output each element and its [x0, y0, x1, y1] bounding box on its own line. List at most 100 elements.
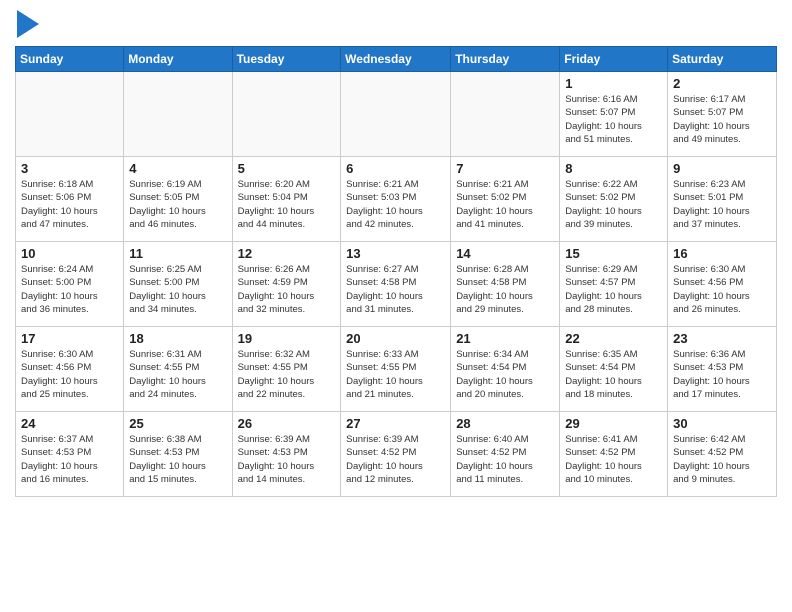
day-number: 18: [129, 331, 226, 346]
column-header-tuesday: Tuesday: [232, 47, 341, 72]
calendar-cell: [341, 72, 451, 157]
calendar-cell: 20 Sunrise: 6:33 AM Sunset: 4:55 PM Dayli…: [341, 327, 451, 412]
calendar-cell: 14Sunrise: 6:28 AM Sunset: 4:58 PM Dayli…: [451, 242, 560, 327]
page-header: [15, 10, 777, 38]
day-info: Sunrise: 6:39 AM Sunset: 4:53 PM Dayligh…: [238, 433, 336, 486]
calendar-cell: 10 Sunrise: 6:24 AM Sunset: 5:00 PM Dayli…: [16, 242, 124, 327]
day-info: Sunrise: 6:36 AM Sunset: 4:53 PM Dayligh…: [673, 348, 771, 401]
calendar-cell: 1 Sunrise: 6:16 AM Sunset: 5:07 PM Daylig…: [560, 72, 668, 157]
day-info: Sunrise: 6:20 AM Sunset: 5:04 PM Dayligh…: [238, 178, 336, 231]
day-info: Sunrise: 6:21 AM Sunset: 5:02 PM Dayligh…: [456, 178, 554, 231]
calendar-cell: 28 Sunrise: 6:40 AM Sunset: 4:52 PM Dayli…: [451, 412, 560, 497]
calendar-cell: [124, 72, 232, 157]
week-row-3: 10 Sunrise: 6:24 AM Sunset: 5:00 PM Dayli…: [16, 242, 777, 327]
day-info: Sunrise: 6:41 AM Sunset: 4:52 PM Dayligh…: [565, 433, 662, 486]
day-info: Sunrise: 6:19 AM Sunset: 5:05 PM Dayligh…: [129, 178, 226, 231]
calendar-cell: 30 Sunrise: 6:42 AM Sunset: 4:52 PM Dayli…: [668, 412, 777, 497]
day-info: Sunrise: 6:27 AM Sunset: 4:58 PM Dayligh…: [346, 263, 445, 316]
week-row-1: 1 Sunrise: 6:16 AM Sunset: 5:07 PM Daylig…: [16, 72, 777, 157]
calendar-cell: 15 Sunrise: 6:29 AM Sunset: 4:57 PM Dayli…: [560, 242, 668, 327]
week-row-2: 3 Sunrise: 6:18 AM Sunset: 5:06 PM Daylig…: [16, 157, 777, 242]
day-number: 10: [21, 246, 118, 261]
calendar-cell: 13 Sunrise: 6:27 AM Sunset: 4:58 PM Dayli…: [341, 242, 451, 327]
day-info: Sunrise: 6:38 AM Sunset: 4:53 PM Dayligh…: [129, 433, 226, 486]
day-number: 21: [456, 331, 554, 346]
day-number: 6: [346, 161, 445, 176]
logo-icon: [17, 10, 39, 38]
day-number: 19: [238, 331, 336, 346]
calendar-cell: 2 Sunrise: 6:17 AM Sunset: 5:07 PM Daylig…: [668, 72, 777, 157]
calendar-cell: 21Sunrise: 6:34 AM Sunset: 4:54 PM Dayli…: [451, 327, 560, 412]
day-number: 16: [673, 246, 771, 261]
day-number: 4: [129, 161, 226, 176]
day-number: 24: [21, 416, 118, 431]
day-number: 26: [238, 416, 336, 431]
week-row-5: 24 Sunrise: 6:37 AM Sunset: 4:53 PM Dayli…: [16, 412, 777, 497]
day-info: Sunrise: 6:39 AM Sunset: 4:52 PM Dayligh…: [346, 433, 445, 486]
page-container: SundayMondayTuesdayWednesdayThursdayFrid…: [0, 0, 792, 507]
day-number: 28: [456, 416, 554, 431]
calendar-cell: 23 Sunrise: 6:36 AM Sunset: 4:53 PM Dayli…: [668, 327, 777, 412]
calendar-cell: 16 Sunrise: 6:30 AM Sunset: 4:56 PM Dayli…: [668, 242, 777, 327]
day-info: Sunrise: 6:33 AM Sunset: 4:55 PM Dayligh…: [346, 348, 445, 401]
day-number: 3: [21, 161, 118, 176]
calendar-cell: 7 Sunrise: 6:21 AM Sunset: 5:02 PM Daylig…: [451, 157, 560, 242]
calendar-cell: 22Sunrise: 6:35 AM Sunset: 4:54 PM Dayli…: [560, 327, 668, 412]
day-number: 13: [346, 246, 445, 261]
day-number: 8: [565, 161, 662, 176]
logo: [15, 10, 39, 38]
calendar-cell: [232, 72, 341, 157]
week-row-4: 17Sunrise: 6:30 AM Sunset: 4:56 PM Dayli…: [16, 327, 777, 412]
calendar-table: SundayMondayTuesdayWednesdayThursdayFrid…: [15, 46, 777, 497]
day-info: Sunrise: 6:24 AM Sunset: 5:00 PM Dayligh…: [21, 263, 118, 316]
day-number: 20: [346, 331, 445, 346]
day-number: 2: [673, 76, 771, 91]
column-header-saturday: Saturday: [668, 47, 777, 72]
day-info: Sunrise: 6:30 AM Sunset: 4:56 PM Dayligh…: [673, 263, 771, 316]
day-info: Sunrise: 6:30 AM Sunset: 4:56 PM Dayligh…: [21, 348, 118, 401]
day-info: Sunrise: 6:28 AM Sunset: 4:58 PM Dayligh…: [456, 263, 554, 316]
day-info: Sunrise: 6:21 AM Sunset: 5:03 PM Dayligh…: [346, 178, 445, 231]
calendar-cell: 6 Sunrise: 6:21 AM Sunset: 5:03 PM Daylig…: [341, 157, 451, 242]
day-info: Sunrise: 6:37 AM Sunset: 4:53 PM Dayligh…: [21, 433, 118, 486]
calendar-cell: 3 Sunrise: 6:18 AM Sunset: 5:06 PM Daylig…: [16, 157, 124, 242]
calendar-cell: 9Sunrise: 6:23 AM Sunset: 5:01 PM Daylig…: [668, 157, 777, 242]
day-number: 15: [565, 246, 662, 261]
column-header-friday: Friday: [560, 47, 668, 72]
day-number: 11: [129, 246, 226, 261]
day-info: Sunrise: 6:17 AM Sunset: 5:07 PM Dayligh…: [673, 93, 771, 146]
day-number: 30: [673, 416, 771, 431]
day-number: 23: [673, 331, 771, 346]
day-info: Sunrise: 6:32 AM Sunset: 4:55 PM Dayligh…: [238, 348, 336, 401]
calendar-cell: 25 Sunrise: 6:38 AM Sunset: 4:53 PM Dayli…: [124, 412, 232, 497]
calendar-cell: 4 Sunrise: 6:19 AM Sunset: 5:05 PM Daylig…: [124, 157, 232, 242]
day-info: Sunrise: 6:23 AM Sunset: 5:01 PM Dayligh…: [673, 178, 771, 231]
day-number: 22: [565, 331, 662, 346]
day-info: Sunrise: 6:18 AM Sunset: 5:06 PM Dayligh…: [21, 178, 118, 231]
day-number: 27: [346, 416, 445, 431]
day-number: 7: [456, 161, 554, 176]
calendar-cell: [451, 72, 560, 157]
day-info: Sunrise: 6:26 AM Sunset: 4:59 PM Dayligh…: [238, 263, 336, 316]
day-info: Sunrise: 6:16 AM Sunset: 5:07 PM Dayligh…: [565, 93, 662, 146]
day-number: 29: [565, 416, 662, 431]
calendar-cell: 11Sunrise: 6:25 AM Sunset: 5:00 PM Dayli…: [124, 242, 232, 327]
calendar-cell: 27 Sunrise: 6:39 AM Sunset: 4:52 PM Dayli…: [341, 412, 451, 497]
day-info: Sunrise: 6:42 AM Sunset: 4:52 PM Dayligh…: [673, 433, 771, 486]
calendar-cell: 29 Sunrise: 6:41 AM Sunset: 4:52 PM Dayli…: [560, 412, 668, 497]
calendar-header-row: SundayMondayTuesdayWednesdayThursdayFrid…: [16, 47, 777, 72]
day-number: 1: [565, 76, 662, 91]
day-number: 12: [238, 246, 336, 261]
calendar-cell: 24 Sunrise: 6:37 AM Sunset: 4:53 PM Dayli…: [16, 412, 124, 497]
day-info: Sunrise: 6:31 AM Sunset: 4:55 PM Dayligh…: [129, 348, 226, 401]
day-info: Sunrise: 6:40 AM Sunset: 4:52 PM Dayligh…: [456, 433, 554, 486]
day-number: 5: [238, 161, 336, 176]
calendar-cell: 17Sunrise: 6:30 AM Sunset: 4:56 PM Dayli…: [16, 327, 124, 412]
day-number: 25: [129, 416, 226, 431]
calendar-cell: 26 Sunrise: 6:39 AM Sunset: 4:53 PM Dayli…: [232, 412, 341, 497]
day-info: Sunrise: 6:29 AM Sunset: 4:57 PM Dayligh…: [565, 263, 662, 316]
column-header-wednesday: Wednesday: [341, 47, 451, 72]
calendar-cell: 5 Sunrise: 6:20 AM Sunset: 5:04 PM Daylig…: [232, 157, 341, 242]
column-header-monday: Monday: [124, 47, 232, 72]
calendar-cell: 8Sunrise: 6:22 AM Sunset: 5:02 PM Daylig…: [560, 157, 668, 242]
